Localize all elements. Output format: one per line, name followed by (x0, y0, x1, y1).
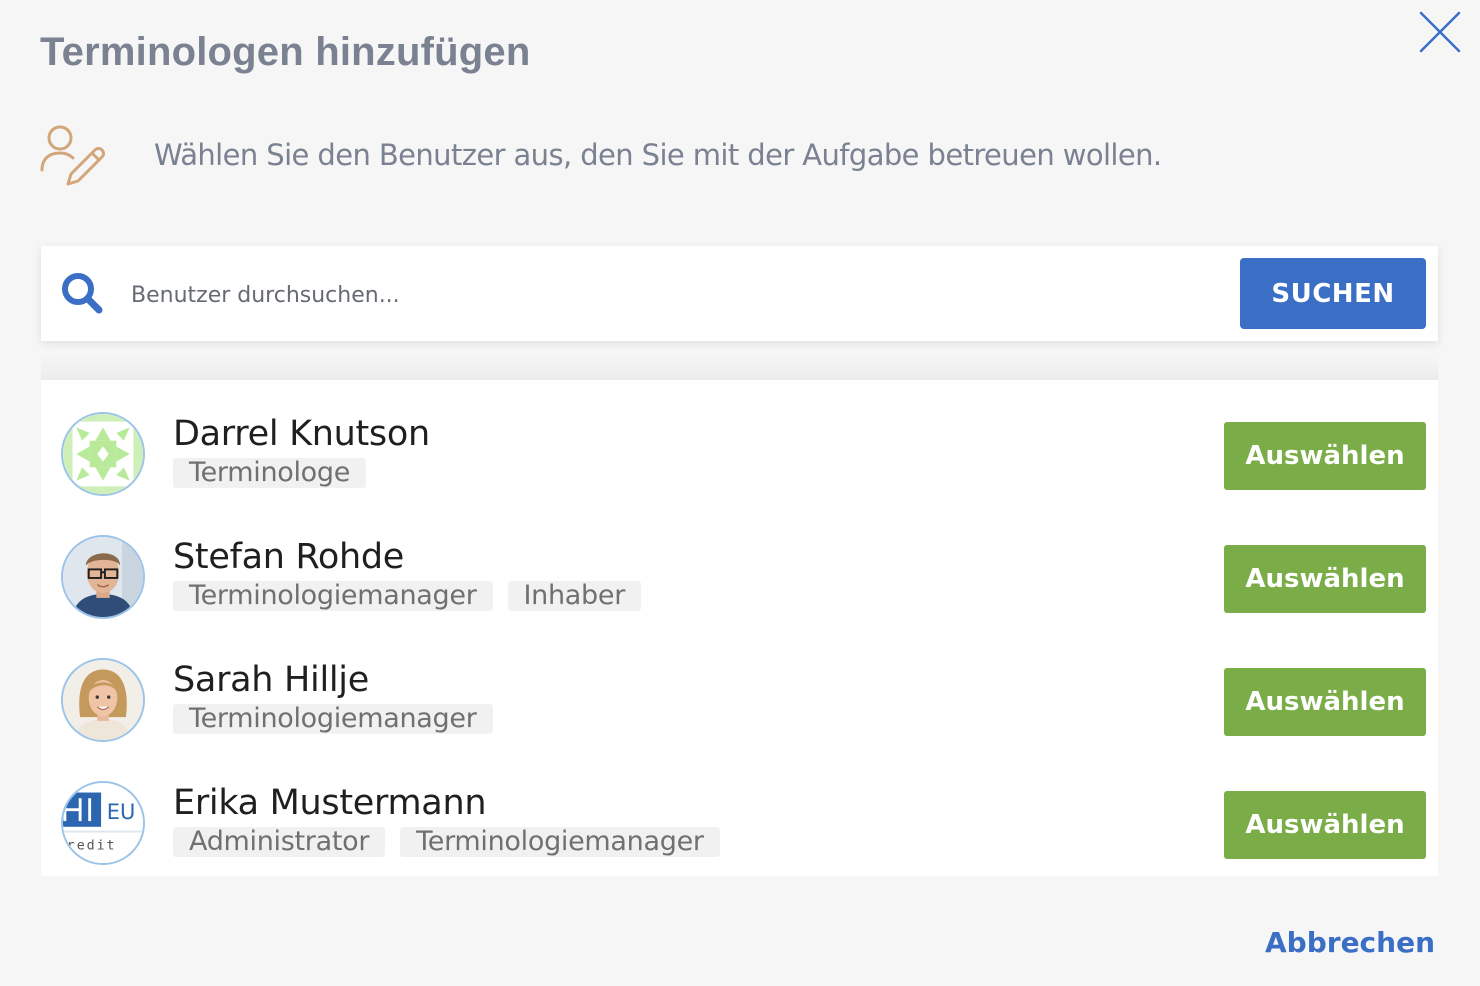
role-list: Administrator Terminologiemanager (173, 827, 720, 857)
cancel-button[interactable]: Abbrechen (1265, 926, 1435, 959)
user-row-stefan-rohde: Stefan Rohde Terminologiemanager Inhaber… (41, 503, 1438, 626)
identicon-avatar (61, 412, 145, 496)
intro-text: Wählen Sie den Benutzer aus, den Sie mit… (154, 138, 1162, 172)
logo-avatar: EU redit (61, 781, 145, 865)
user-row-sarah-hillje: Sarah Hillje Terminologiemanager Auswähl… (41, 626, 1438, 749)
role-badge: Inhaber (507, 581, 641, 611)
photo-avatar (61, 535, 145, 619)
close-icon[interactable] (1418, 10, 1462, 54)
user-name: Erika Mustermann (173, 783, 487, 823)
search-bar: SUCHEN (41, 246, 1438, 341)
user-row-erika-mustermann: EU redit Erika Mustermann Administrator … (41, 749, 1438, 872)
role-badge: Terminologiemanager (400, 827, 720, 857)
select-user-button[interactable]: Auswählen (1224, 422, 1426, 490)
user-row-darrel-knutson: Darrel Knutson Terminologe Auswählen (41, 380, 1438, 503)
role-badge: Terminologiemanager (173, 581, 493, 611)
user-name: Stefan Rohde (173, 537, 405, 577)
search-input[interactable] (129, 270, 1223, 320)
dialog-title: Terminologen hinzufügen (40, 30, 531, 74)
select-user-button[interactable]: Auswählen (1224, 668, 1426, 736)
svg-text:EU: EU (107, 800, 136, 824)
user-name: Sarah Hillje (173, 660, 369, 700)
search-button[interactable]: SUCHEN (1240, 258, 1426, 329)
photo-avatar (61, 658, 145, 742)
role-list: Terminologe (173, 458, 367, 488)
role-badge: Terminologiemanager (173, 704, 493, 734)
role-list: Terminologiemanager (173, 704, 493, 734)
role-badge: Administrator (173, 827, 386, 857)
add-terminologist-dialog: Terminologen hinzufügen Wählen Sie den B… (0, 0, 1480, 986)
user-list: Darrel Knutson Terminologe Auswählen Ste… (41, 380, 1438, 876)
svg-text:redit: redit (67, 839, 117, 854)
select-user-button[interactable]: Auswählen (1224, 545, 1426, 613)
user-edit-icon (38, 122, 106, 190)
search-icon[interactable] (59, 270, 105, 316)
select-user-button[interactable]: Auswählen (1224, 791, 1426, 859)
role-list: Terminologiemanager Inhaber (173, 581, 641, 611)
role-badge: Terminologe (173, 458, 367, 488)
user-name: Darrel Knutson (173, 414, 430, 454)
